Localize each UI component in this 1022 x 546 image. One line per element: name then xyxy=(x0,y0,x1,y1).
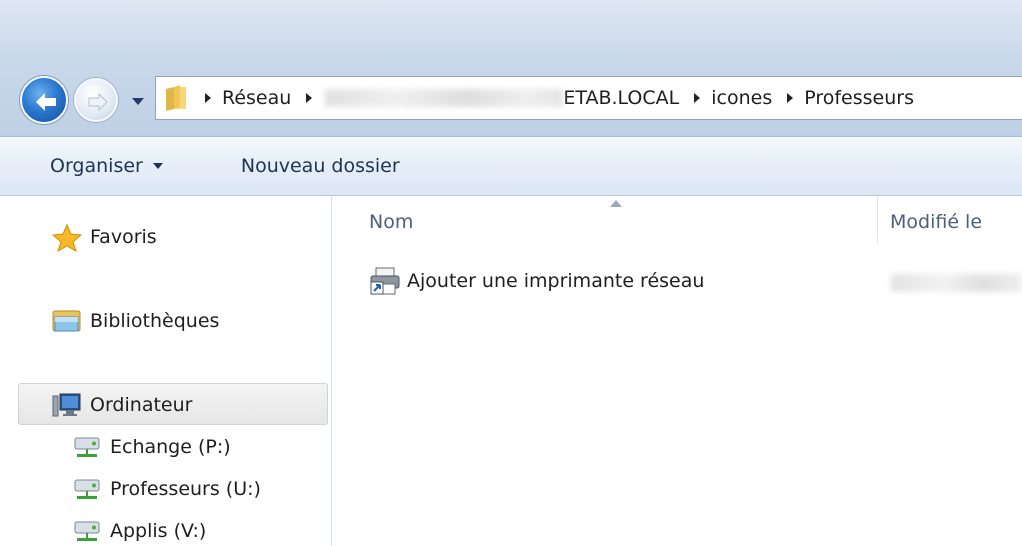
organise-label: Organiser xyxy=(50,155,143,177)
new-folder-button[interactable]: Nouveau dossier xyxy=(241,155,400,177)
nav-item-drive-applis[interactable]: Applis (V:) xyxy=(72,518,206,544)
breadcrumb-reseau[interactable]: Réseau xyxy=(222,87,291,109)
recent-pages-dropdown-icon[interactable] xyxy=(131,96,145,106)
breadcrumb-icones[interactable]: icones xyxy=(711,87,772,109)
star-icon xyxy=(51,223,83,253)
file-name: Ajouter une imprimante réseau xyxy=(407,270,705,292)
file-list: Nom Modifié le Ajouter une imprimante ré… xyxy=(333,196,1022,546)
command-bar: Organiser Nouveau dossier xyxy=(0,136,1022,196)
nav-item-libraries[interactable]: Bibliothèques xyxy=(52,308,219,334)
nav-label-favorites: Favoris xyxy=(90,226,157,248)
blurred-modified-date xyxy=(891,274,1022,292)
nav-label-libraries: Bibliothèques xyxy=(90,310,220,332)
nav-label-drive: Professeurs (U:) xyxy=(110,478,261,500)
back-button[interactable] xyxy=(20,76,68,124)
chevron-down-icon xyxy=(152,163,163,169)
breadcrumb-separator-icon[interactable] xyxy=(693,92,701,104)
library-icon xyxy=(52,308,82,334)
column-modified-header[interactable]: Modifié le xyxy=(890,211,982,233)
column-header: Nom Modifié le xyxy=(333,196,1022,254)
navigation-pane: Favoris Bibliothèques Ordinateur Echange… xyxy=(0,196,332,546)
breadcrumb-separator-icon[interactable] xyxy=(786,92,794,104)
list-item[interactable]: Ajouter une imprimante réseau xyxy=(369,266,704,296)
column-divider[interactable] xyxy=(877,196,878,244)
breadcrumb-separator-icon[interactable] xyxy=(305,92,313,104)
forward-button[interactable] xyxy=(74,78,118,122)
breadcrumb-separator-icon[interactable] xyxy=(204,92,212,104)
computer-icon xyxy=(52,392,82,418)
nav-label-computer: Ordinateur xyxy=(90,394,193,416)
nav-label-drive: Echange (P:) xyxy=(110,436,231,458)
folder-icon xyxy=(164,83,190,113)
printer-shortcut-icon xyxy=(369,266,401,296)
address-bar[interactable]: Réseau ETAB.LOCAL icones Professeurs xyxy=(155,76,1022,120)
organise-button[interactable]: Organiser xyxy=(50,155,163,177)
network-drive-icon xyxy=(72,518,102,544)
back-arrow-icon xyxy=(36,93,56,111)
forward-arrow-icon xyxy=(88,92,108,112)
network-drive-icon xyxy=(72,434,102,460)
nav-item-drive-echange[interactable]: Echange (P:) xyxy=(72,434,231,460)
nav-item-computer[interactable]: Ordinateur xyxy=(52,392,192,418)
column-name-header[interactable]: Nom xyxy=(369,211,413,233)
network-drive-icon xyxy=(72,476,102,502)
breadcrumb-domain[interactable]: ETAB.LOCAL xyxy=(563,87,679,109)
nav-item-drive-professeurs[interactable]: Professeurs (U:) xyxy=(72,476,261,502)
breadcrumb-professeurs[interactable]: Professeurs xyxy=(804,87,914,109)
nav-item-favorites[interactable]: Favoris xyxy=(51,223,157,253)
blurred-server-name xyxy=(325,89,564,107)
sort-ascending-icon xyxy=(610,200,622,207)
nav-label-drive: Applis (V:) xyxy=(110,520,207,542)
